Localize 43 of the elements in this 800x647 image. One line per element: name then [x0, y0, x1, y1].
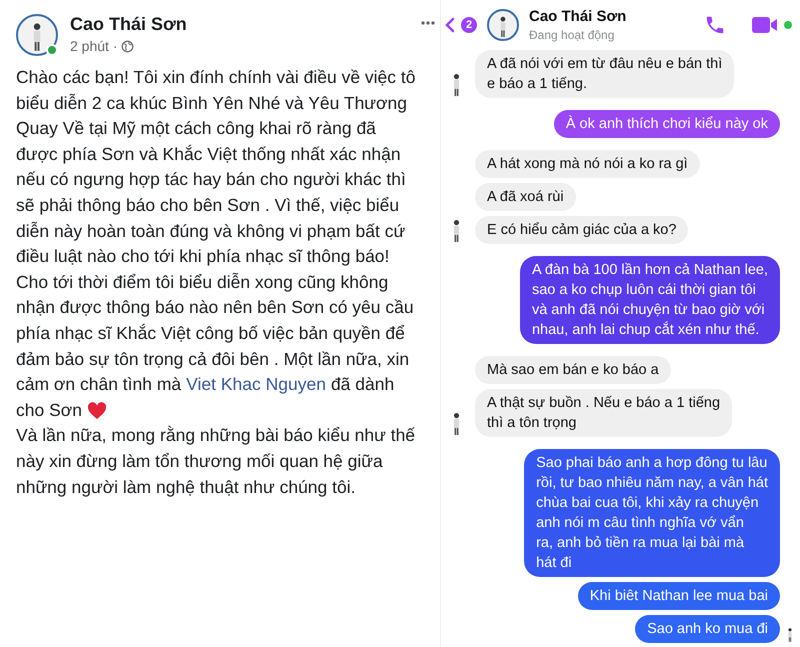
- post-text: nhận được thông báo nào nên bên Sơn có yêu cầu: [16, 296, 414, 320]
- post-time: 2 phút ·: [70, 37, 118, 56]
- post-text: diễn này hoàn toàn đúng và không vi phạm bất cứ: [16, 220, 406, 243]
- active-status: Đang hoạt động: [529, 27, 616, 43]
- post-text: Chào các bạn! Tôi xin đính chính vài điều về việc tô: [16, 66, 416, 89]
- post-text: Quay Về tại Mỹ một cách công khai rõ ràng đã: [16, 117, 376, 140]
- post-text: phía nhạc sĩ Khắc Việt công bố việc bản quyền để: [16, 322, 405, 345]
- post-text: Cho tới thời điểm tôi biểu diễn xong cũng không: [16, 270, 388, 294]
- post-text: những người làm nghệ thuật như chúng tôi.: [16, 476, 356, 499]
- incoming-message: E có hiểu cảm giác của a ko?: [475, 216, 688, 244]
- author-name[interactable]: Cao Thái Sơn: [70, 12, 187, 36]
- globe-icon: [121, 40, 134, 53]
- heart-icon: [86, 402, 107, 420]
- incoming-message: Mà sao em bán e ko báo a: [475, 356, 671, 384]
- contact-name[interactable]: Cao Thái Sơn: [529, 7, 626, 27]
- post-text: được phía Sơn và Khắc Việt thống nhất xác nhận: [16, 142, 401, 166]
- outgoing-message: Sao phai báo anh a hơp đông tu lâu rồi, tư bao nhiêu năm nay, a vân hát chùa bai cua tôi, khi xảy ra chuyện anh nói m câu tình nghĩa vớ vẩn ra, anh bỏ tiền ra mua lại bài mà hát đi: [524, 449, 780, 577]
- unread-badge: 2: [461, 17, 477, 33]
- post-text: cảm ơn chân tình mà: [16, 373, 182, 396]
- post-text: Và lần nữa, mong rằng những bài báo kiểu như thế: [16, 424, 416, 448]
- incoming-message: A thật sự buồn . Nếu e báo a 1 tiếng thì a tôn trọng: [475, 389, 732, 437]
- incoming-message: A đã nói với em từ đâu nêu e bán thì e báo a 1 tiếng.: [475, 50, 734, 98]
- post-text: cho Sơn: [16, 398, 82, 422]
- seen-avatar: [786, 627, 794, 643]
- back-icon[interactable]: [445, 17, 455, 33]
- post-text: điều luật nào cho tới khi phía nhạc sĩ thông báo!: [16, 245, 390, 268]
- incoming-message: A hát xong mà nó nói a ko ra gì: [475, 150, 700, 178]
- post-text: đảm bảo sự tôn trọng cả đôi bên . Một lần nữa, xin: [16, 348, 410, 371]
- post-text: nếu có ngưng hợp tác hay bán cho người khác thì: [16, 168, 406, 192]
- profile-avatar[interactable]: [16, 14, 58, 56]
- mention-link[interactable]: Viet Khac Nguyen: [186, 372, 326, 398]
- outgoing-message: À ok anh thích chơi kiểu này ok: [554, 110, 780, 138]
- phone-icon[interactable]: [704, 14, 726, 36]
- outgoing-message: Khi biêt Nathan lee mua bai: [578, 582, 780, 610]
- post-text: đã dành: [330, 373, 394, 396]
- post-text: này xin đừng làm tổn thương mối quan hệ giữa: [16, 450, 383, 473]
- outgoing-message: Sao anh ko mua đi: [635, 615, 780, 643]
- more-icon[interactable]: [420, 20, 436, 26]
- outgoing-message: A đàn bà 100 lần hơn cả Nathan lee, sao a ko chụp luôn cái thời gian tôi và anh đã nói chuyện từ bao giờ với nhau, anh lai chup cắt xén như thế.: [520, 256, 780, 344]
- contact-avatar[interactable]: [487, 9, 519, 41]
- incoming-message: A đã xoá rùi: [475, 183, 576, 211]
- post-text: sẽ phải thông báo cho bên Sơn . Vì thế, việc biểu: [16, 194, 400, 217]
- post-text: biểu diễn 2 ca khúc Bình Yên Nhé và Yêu Thương: [16, 92, 407, 115]
